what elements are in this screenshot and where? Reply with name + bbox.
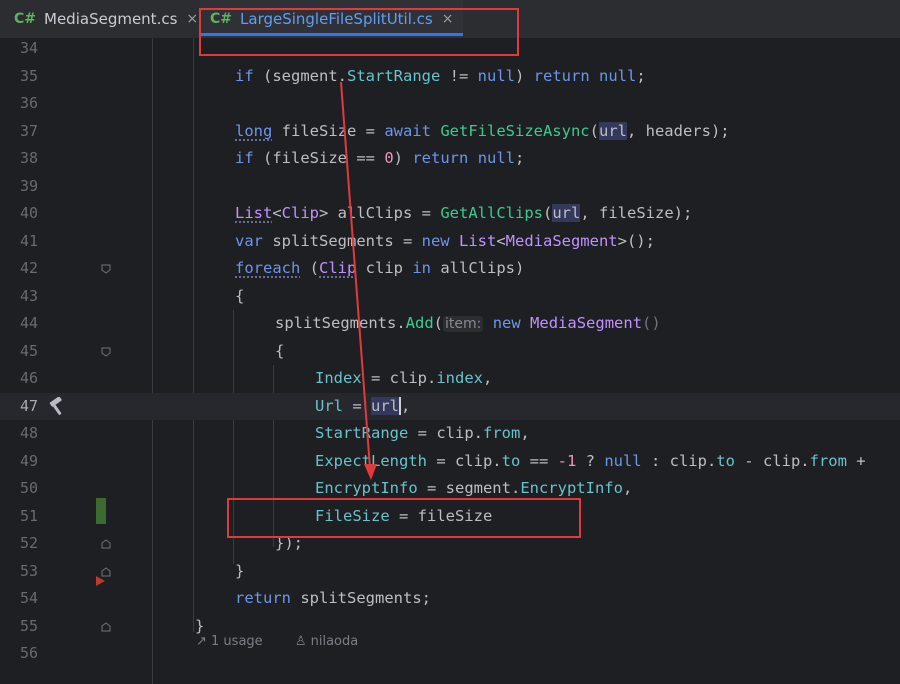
tab-large-single-file-split-util[interactable]: C# LargeSingleFileSplitUtil.cs × (200, 0, 464, 38)
tab-title: MediaSegment.cs (44, 10, 178, 28)
code-editor[interactable]: 34 35 if (segment.StartRange != null) re… (0, 38, 900, 684)
editor-tab-bar: C# MediaSegment.cs × C# LargeSingleFileS… (0, 0, 900, 39)
fold-marker-icon[interactable] (101, 264, 111, 274)
code-line: 53 } (0, 558, 900, 586)
line-number: 55 (19, 616, 38, 635)
code-text: { (235, 286, 245, 305)
code-line: 43 { (0, 283, 900, 311)
code-line: 34 (0, 38, 900, 63)
code-line: 45 { (0, 338, 900, 366)
line-number: 39 (19, 176, 38, 195)
code-text: Index = clip.index, (315, 369, 493, 387)
code-text: ExpectLength = clip.to == -1 ? null : cl… (315, 451, 866, 470)
line-number: 51 (19, 506, 38, 525)
code-line: 52 }); (0, 530, 900, 558)
code-line: 40 List<Clip> allClips = GetAllClips(url… (0, 200, 900, 228)
code-line: 39 (0, 173, 900, 201)
code-text: long fileSize = await GetFileSizeAsync(u… (235, 121, 730, 140)
hammer-icon[interactable] (46, 395, 68, 417)
code-line: 54 return splitSegments; (0, 585, 900, 613)
code-text: } (235, 561, 245, 580)
close-icon[interactable]: × (442, 11, 454, 27)
code-text: return splitSegments; (235, 589, 431, 607)
tab-media-segment[interactable]: C# MediaSegment.cs × (14, 0, 198, 38)
code-text: EncryptInfo = segment.EncryptInfo, (315, 479, 633, 497)
line-number: 49 (19, 451, 38, 470)
code-text: }); (275, 534, 303, 552)
code-text: var splitSegments = new List<MediaSegmen… (235, 231, 655, 250)
code-line: 35 if (segment.StartRange != null) retur… (0, 63, 900, 91)
code-line: 49 ExpectLength = clip.to == -1 ? null :… (0, 448, 900, 476)
code-text: splitSegments.Add(item: new MediaSegment… (275, 314, 661, 332)
close-icon[interactable]: × (186, 11, 198, 27)
line-number: 56 (19, 644, 38, 662)
fold-marker-icon[interactable] (101, 566, 111, 577)
line-number: 34 (19, 39, 38, 57)
code-line: 36 (0, 90, 900, 118)
line-number: 46 (19, 369, 38, 387)
code-line: 44 splitSegments.Add(item: new MediaSegm… (0, 310, 900, 338)
csharp-file-icon: C# (14, 11, 37, 27)
code-line: 37 long fileSize = await GetFileSizeAsyn… (0, 118, 900, 146)
fold-marker-icon[interactable] (101, 621, 111, 632)
line-number: 38 (19, 149, 38, 167)
code-text: FileSize = fileSize (315, 506, 493, 525)
line-number: 41 (19, 231, 38, 250)
usages-hint[interactable]: ↗ 1 usage (196, 634, 277, 649)
line-number: 45 (19, 341, 38, 360)
parameter-hint: item: (443, 316, 484, 332)
fold-marker-icon[interactable] (101, 539, 111, 549)
line-number: 50 (19, 479, 38, 497)
line-number: 36 (19, 94, 38, 112)
code-text: StartRange = clip.from, (315, 424, 530, 442)
line-number: 44 (19, 314, 38, 332)
csharp-file-icon: C# (210, 11, 233, 27)
code-text: { (275, 341, 285, 360)
line-number: 35 (19, 66, 38, 85)
fold-marker-icon[interactable] (101, 347, 111, 357)
line-number: 48 (19, 424, 38, 442)
tab-title: LargeSingleFileSplitUtil.cs (240, 10, 433, 28)
code-text: if (fileSize == 0) return null; (235, 149, 525, 167)
code-line-current: 47 Url = url, (0, 392, 900, 420)
code-vision-hints[interactable]: ↗ 1 usage ♙ nilaoda (196, 634, 386, 649)
line-number: 54 (19, 589, 38, 607)
code-line: 55 } (0, 613, 900, 641)
line-number: 52 (19, 534, 38, 552)
code-line: 42 foreach (Clip clip in allClips) (0, 255, 900, 283)
author-hint[interactable]: ♙ nilaoda (295, 634, 372, 649)
line-number: 47 (19, 396, 38, 415)
code-line: 56 (0, 640, 900, 668)
line-number: 43 (19, 286, 38, 305)
code-text: Url = url, (315, 396, 411, 415)
code-line: 48 StartRange = clip.from, (0, 420, 900, 448)
code-text: List<Clip> allClips = GetAllClips(url, f… (235, 204, 693, 222)
code-line: 50 EncryptInfo = segment.EncryptInfo, (0, 475, 900, 503)
active-tab-indicator (200, 33, 464, 36)
code-line: 38 if (fileSize == 0) return null; (0, 145, 900, 173)
code-text: if (segment.StartRange != null) return n… (235, 66, 646, 85)
line-number: 53 (19, 561, 38, 580)
code-line: 41 var splitSegments = new List<MediaSeg… (0, 228, 900, 256)
line-number: 40 (19, 204, 38, 222)
code-text: foreach (Clip clip in allClips) (235, 259, 525, 277)
code-line: 46 Index = clip.index, (0, 365, 900, 393)
text-cursor: url (371, 396, 401, 415)
line-number: 37 (19, 121, 38, 140)
code-line: 51 FileSize = fileSize (0, 503, 900, 531)
line-number: 42 (19, 259, 38, 277)
